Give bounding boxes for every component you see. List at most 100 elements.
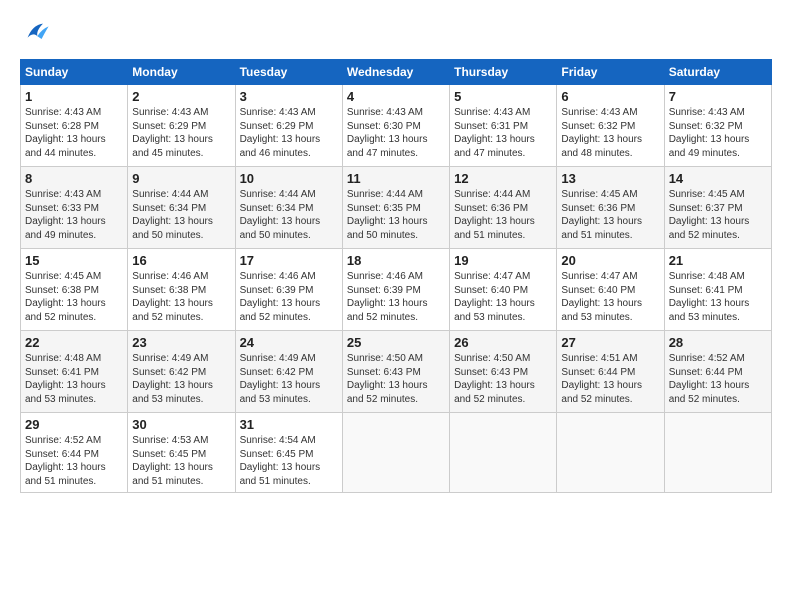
calendar-cell: 7 Sunrise: 4:43 AM Sunset: 6:32 PM Daylig… (664, 85, 771, 167)
day-number: 8 (25, 171, 123, 186)
day-number: 30 (132, 417, 230, 432)
calendar-cell: 18 Sunrise: 4:46 AM Sunset: 6:39 PM Dayli… (342, 249, 449, 331)
calendar-cell: 24 Sunrise: 4:49 AM Sunset: 6:42 PM Dayli… (235, 331, 342, 413)
calendar-cell: 12 Sunrise: 4:44 AM Sunset: 6:36 PM Dayli… (450, 167, 557, 249)
calendar-cell: 15 Sunrise: 4:45 AM Sunset: 6:38 PM Dayli… (21, 249, 128, 331)
day-info: Sunrise: 4:45 AM Sunset: 6:37 PM Dayligh… (669, 188, 767, 242)
calendar-cell: 16 Sunrise: 4:46 AM Sunset: 6:38 PM Dayli… (128, 249, 235, 331)
calendar-cell: 25 Sunrise: 4:50 AM Sunset: 6:43 PM Dayli… (342, 331, 449, 413)
calendar-cell (664, 413, 771, 493)
calendar-cell: 13Sunrise: 4:45 AM Sunset: 6:36 PM Dayli… (557, 167, 664, 249)
day-info: Sunrise: 4:47 AM Sunset: 6:40 PM Dayligh… (561, 270, 659, 324)
day-number: 14 (669, 171, 767, 186)
day-number: 26 (454, 335, 552, 350)
day-info: Sunrise: 4:44 AM Sunset: 6:35 PM Dayligh… (347, 188, 445, 242)
day-number: 2 (132, 89, 230, 104)
day-info: Sunrise: 4:43 AM Sunset: 6:29 PM Dayligh… (240, 106, 338, 160)
calendar-cell: 29Sunrise: 4:52 AM Sunset: 6:44 PM Dayli… (21, 413, 128, 493)
day-number: 1 (25, 89, 123, 104)
calendar-week-row: 29Sunrise: 4:52 AM Sunset: 6:44 PM Dayli… (21, 413, 772, 493)
day-number: 25 (347, 335, 445, 350)
calendar-cell: 21 Sunrise: 4:48 AM Sunset: 6:41 PM Dayli… (664, 249, 771, 331)
day-info: Sunrise: 4:49 AM Sunset: 6:42 PM Dayligh… (240, 352, 338, 406)
header-thursday: Thursday (450, 60, 557, 85)
header-wednesday: Wednesday (342, 60, 449, 85)
calendar-cell: 4Sunrise: 4:43 AM Sunset: 6:30 PM Daylig… (342, 85, 449, 167)
day-info: Sunrise: 4:44 AM Sunset: 6:36 PM Dayligh… (454, 188, 552, 242)
day-number: 23 (132, 335, 230, 350)
day-number: 29 (25, 417, 123, 432)
header-friday: Friday (557, 60, 664, 85)
day-info: Sunrise: 4:43 AM Sunset: 6:32 PM Dayligh… (669, 106, 767, 160)
day-number: 7 (669, 89, 767, 104)
day-number: 13 (561, 171, 659, 186)
calendar-cell: 27 Sunrise: 4:51 AM Sunset: 6:44 PM Dayli… (557, 331, 664, 413)
day-number: 15 (25, 253, 123, 268)
header (20, 18, 772, 51)
calendar-cell: 23Sunrise: 4:49 AM Sunset: 6:42 PM Dayli… (128, 331, 235, 413)
day-info: Sunrise: 4:50 AM Sunset: 6:43 PM Dayligh… (454, 352, 552, 406)
header-tuesday: Tuesday (235, 60, 342, 85)
day-info: Sunrise: 4:48 AM Sunset: 6:41 PM Dayligh… (25, 352, 123, 406)
day-number: 18 (347, 253, 445, 268)
calendar-cell (342, 413, 449, 493)
day-number: 17 (240, 253, 338, 268)
calendar-cell: 6Sunrise: 4:43 AM Sunset: 6:32 PM Daylig… (557, 85, 664, 167)
day-info: Sunrise: 4:43 AM Sunset: 6:31 PM Dayligh… (454, 106, 552, 160)
day-number: 19 (454, 253, 552, 268)
day-number: 12 (454, 171, 552, 186)
page: Sunday Monday Tuesday Wednesday Thursday… (0, 0, 792, 503)
day-info: Sunrise: 4:43 AM Sunset: 6:33 PM Dayligh… (25, 188, 123, 242)
day-info: Sunrise: 4:46 AM Sunset: 6:38 PM Dayligh… (132, 270, 230, 324)
header-saturday: Saturday (664, 60, 771, 85)
day-number: 31 (240, 417, 338, 432)
calendar-cell (557, 413, 664, 493)
day-info: Sunrise: 4:44 AM Sunset: 6:34 PM Dayligh… (132, 188, 230, 242)
calendar-cell: 3 Sunrise: 4:43 AM Sunset: 6:29 PM Daylig… (235, 85, 342, 167)
calendar-cell: 26 Sunrise: 4:50 AM Sunset: 6:43 PM Dayli… (450, 331, 557, 413)
calendar-cell: 9 Sunrise: 4:44 AM Sunset: 6:34 PM Daylig… (128, 167, 235, 249)
day-info: Sunrise: 4:47 AM Sunset: 6:40 PM Dayligh… (454, 270, 552, 324)
day-info: Sunrise: 4:52 AM Sunset: 6:44 PM Dayligh… (669, 352, 767, 406)
day-number: 28 (669, 335, 767, 350)
calendar-cell: 14 Sunrise: 4:45 AM Sunset: 6:37 PM Dayli… (664, 167, 771, 249)
day-info: Sunrise: 4:43 AM Sunset: 6:29 PM Dayligh… (132, 106, 230, 160)
calendar-cell: 5 Sunrise: 4:43 AM Sunset: 6:31 PM Daylig… (450, 85, 557, 167)
calendar-header-row: Sunday Monday Tuesday Wednesday Thursday… (21, 60, 772, 85)
day-info: Sunrise: 4:43 AM Sunset: 6:30 PM Dayligh… (347, 106, 445, 160)
day-number: 20 (561, 253, 659, 268)
day-number: 24 (240, 335, 338, 350)
calendar-cell: 10Sunrise: 4:44 AM Sunset: 6:34 PM Dayli… (235, 167, 342, 249)
day-number: 10 (240, 171, 338, 186)
logo (20, 18, 50, 51)
day-info: Sunrise: 4:54 AM Sunset: 6:45 PM Dayligh… (240, 434, 338, 488)
calendar-week-row: 22Sunrise: 4:48 AM Sunset: 6:41 PM Dayli… (21, 331, 772, 413)
day-number: 3 (240, 89, 338, 104)
day-number: 9 (132, 171, 230, 186)
calendar-cell: 30Sunrise: 4:53 AM Sunset: 6:45 PM Dayli… (128, 413, 235, 493)
logo-icon (22, 18, 50, 46)
day-number: 16 (132, 253, 230, 268)
calendar-cell: 31 Sunrise: 4:54 AM Sunset: 6:45 PM Dayli… (235, 413, 342, 493)
day-info: Sunrise: 4:46 AM Sunset: 6:39 PM Dayligh… (347, 270, 445, 324)
calendar-cell: 22Sunrise: 4:48 AM Sunset: 6:41 PM Dayli… (21, 331, 128, 413)
day-number: 5 (454, 89, 552, 104)
day-info: Sunrise: 4:48 AM Sunset: 6:41 PM Dayligh… (669, 270, 767, 324)
calendar-week-row: 1Sunrise: 4:43 AM Sunset: 6:28 PM Daylig… (21, 85, 772, 167)
calendar-cell: 11Sunrise: 4:44 AM Sunset: 6:35 PM Dayli… (342, 167, 449, 249)
day-info: Sunrise: 4:46 AM Sunset: 6:39 PM Dayligh… (240, 270, 338, 324)
calendar-cell (450, 413, 557, 493)
calendar-table: Sunday Monday Tuesday Wednesday Thursday… (20, 59, 772, 493)
day-info: Sunrise: 4:45 AM Sunset: 6:38 PM Dayligh… (25, 270, 123, 324)
day-info: Sunrise: 4:50 AM Sunset: 6:43 PM Dayligh… (347, 352, 445, 406)
calendar-cell: 1Sunrise: 4:43 AM Sunset: 6:28 PM Daylig… (21, 85, 128, 167)
day-number: 27 (561, 335, 659, 350)
calendar-cell: 19 Sunrise: 4:47 AM Sunset: 6:40 PM Dayli… (450, 249, 557, 331)
day-number: 6 (561, 89, 659, 104)
calendar-cell: 17 Sunrise: 4:46 AM Sunset: 6:39 PM Dayli… (235, 249, 342, 331)
header-sunday: Sunday (21, 60, 128, 85)
day-number: 21 (669, 253, 767, 268)
day-info: Sunrise: 4:51 AM Sunset: 6:44 PM Dayligh… (561, 352, 659, 406)
calendar-cell: 20 Sunrise: 4:47 AM Sunset: 6:40 PM Dayli… (557, 249, 664, 331)
calendar-week-row: 15 Sunrise: 4:45 AM Sunset: 6:38 PM Dayli… (21, 249, 772, 331)
